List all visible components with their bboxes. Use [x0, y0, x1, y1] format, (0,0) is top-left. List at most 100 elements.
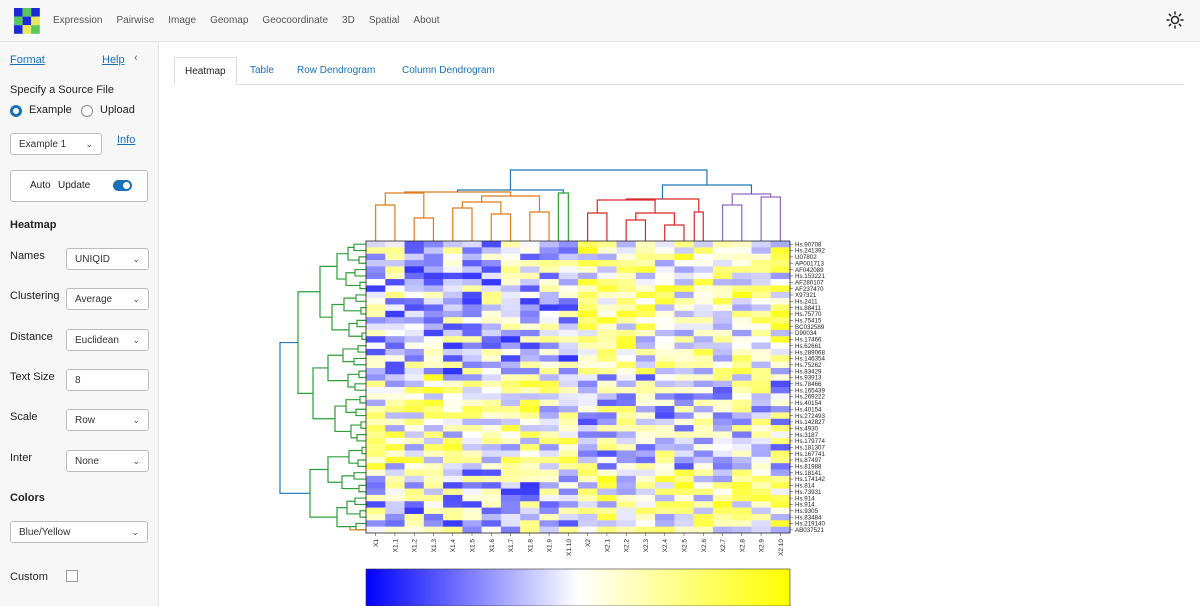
chevron-down-icon: ⌄	[132, 253, 140, 264]
heatmap-cell	[616, 501, 637, 508]
heatmap-cell	[635, 444, 656, 451]
nav-geomap[interactable]: Geomap	[210, 15, 248, 26]
heatmap-cell	[578, 361, 598, 369]
heatmap-cell	[462, 298, 482, 305]
heatmap-cell	[520, 450, 540, 458]
custom-checkbox[interactable]	[66, 570, 78, 582]
tab-heatmap[interactable]: Heatmap	[174, 57, 237, 85]
example-select[interactable]: Example 1 ⌄	[10, 133, 102, 155]
heatmap-cell	[635, 425, 656, 432]
heatmap-cell	[770, 361, 791, 369]
heatmap-cell	[674, 310, 694, 318]
dendrogram-branch	[359, 281, 366, 290]
auto-update-toggle[interactable]	[113, 180, 132, 191]
heatmap-cell	[520, 507, 540, 515]
row-label: AB037521	[795, 527, 824, 534]
heatmap-cell	[655, 469, 675, 477]
sun-icon[interactable]	[1166, 11, 1184, 29]
app-logo[interactable]	[14, 8, 40, 34]
heatmap-cell	[481, 507, 502, 515]
heatmap-cell	[481, 406, 502, 413]
heatmap-cell	[558, 475, 579, 483]
heatmap-cell	[655, 285, 675, 293]
nav-geocoordinate[interactable]: Geocoordinate	[262, 15, 328, 26]
nav-image[interactable]: Image	[168, 15, 196, 26]
tab-table[interactable]: Table	[250, 57, 274, 84]
heatmap-cell	[500, 336, 521, 343]
help-link[interactable]: Help	[102, 54, 125, 66]
heatmap-cell	[500, 247, 521, 254]
heatmap-cell	[770, 507, 791, 515]
format-link[interactable]: Format	[10, 54, 45, 66]
heatmap-cell	[500, 291, 521, 299]
tab-row-dendrogram[interactable]: Row Dendrogram	[297, 57, 375, 84]
heatmap-cell	[520, 336, 540, 343]
heatmap-cell	[404, 444, 425, 451]
heatmap-cell	[520, 513, 540, 521]
heatmap-cell	[500, 463, 521, 470]
heatmap-cell	[674, 348, 694, 356]
heatmap-cell	[578, 355, 598, 362]
text-size-input[interactable]: 8	[66, 369, 149, 391]
radio-example[interactable]	[10, 105, 22, 117]
nav-expression[interactable]: Expression	[53, 15, 102, 26]
heatmap-cell	[635, 475, 656, 483]
heatmap-cell	[385, 310, 405, 318]
heatmap-cell	[712, 494, 733, 502]
heatmap-cell	[616, 444, 637, 451]
heatmap-cell	[655, 437, 675, 445]
heatmap-cell	[443, 482, 463, 489]
row-label: Hs.914	[795, 502, 815, 509]
nav-spatial[interactable]: Spatial	[369, 15, 400, 26]
heatmap-cell	[693, 329, 714, 337]
heatmap-cell	[520, 342, 540, 350]
heatmap-cell	[385, 291, 405, 299]
heatmap-cell	[616, 488, 637, 496]
heatmap-cell	[558, 393, 579, 400]
clustering-select[interactable]: Average ⌄	[66, 288, 149, 310]
distance-select[interactable]: Euclidean ⌄	[66, 329, 149, 351]
heatmap-plot: Hs.90708Hs.241392U07802AP001713AF042089H…	[279, 169, 825, 606]
heatmap-cell	[616, 431, 637, 439]
nav-3d[interactable]: 3D	[342, 15, 355, 26]
heatmap-cell	[520, 463, 540, 470]
heatmap-cell	[404, 285, 425, 293]
heatmap-cell	[366, 482, 386, 489]
collapse-sidebar-icon[interactable]: ‹	[134, 52, 138, 64]
heatmap-cell	[558, 444, 579, 451]
tab-column-dendrogram[interactable]: Column Dendrogram	[402, 57, 495, 84]
heatmap-cell	[751, 431, 772, 439]
heatmap-cell	[520, 469, 540, 477]
heatmap-cell	[520, 361, 540, 369]
names-select[interactable]: UNIQID ⌄	[66, 248, 149, 270]
dendrogram-branch	[345, 272, 360, 287]
info-link[interactable]: Info	[117, 134, 135, 146]
inter-select[interactable]: None ⌄	[66, 450, 149, 472]
heatmap-cell	[635, 513, 656, 521]
dendrogram-branch	[509, 169, 708, 190]
colors-select[interactable]: Blue/Yellow ⌄	[10, 521, 148, 543]
heatmap-cell	[693, 323, 714, 331]
heatmap-cell	[712, 272, 733, 280]
heatmap-cell	[520, 304, 540, 312]
radio-upload[interactable]	[81, 105, 93, 117]
heatmap-cell	[423, 336, 444, 343]
row-label: Hs.174142	[795, 476, 825, 483]
heatmap-cell	[616, 329, 637, 337]
row-label: Hs.165439	[795, 387, 825, 394]
scale-select[interactable]: Row ⌄	[66, 409, 149, 431]
heatmap-cell	[712, 526, 733, 534]
dendrogram-branch	[461, 201, 502, 214]
heatmap-cell	[385, 361, 405, 369]
heatmap-cell	[732, 387, 752, 394]
heatmap-cell	[404, 342, 425, 350]
heatmap-cell	[558, 412, 579, 420]
nav-pairwise[interactable]: Pairwise	[116, 15, 154, 26]
dendrogram-branch	[664, 224, 685, 241]
nav-about[interactable]: About	[413, 15, 439, 26]
heatmap-cell	[674, 425, 694, 432]
heatmap-cell	[385, 374, 405, 381]
heatmap-cell	[693, 469, 714, 477]
heatmap-cell	[597, 393, 617, 400]
heatmap-cell	[674, 387, 694, 394]
